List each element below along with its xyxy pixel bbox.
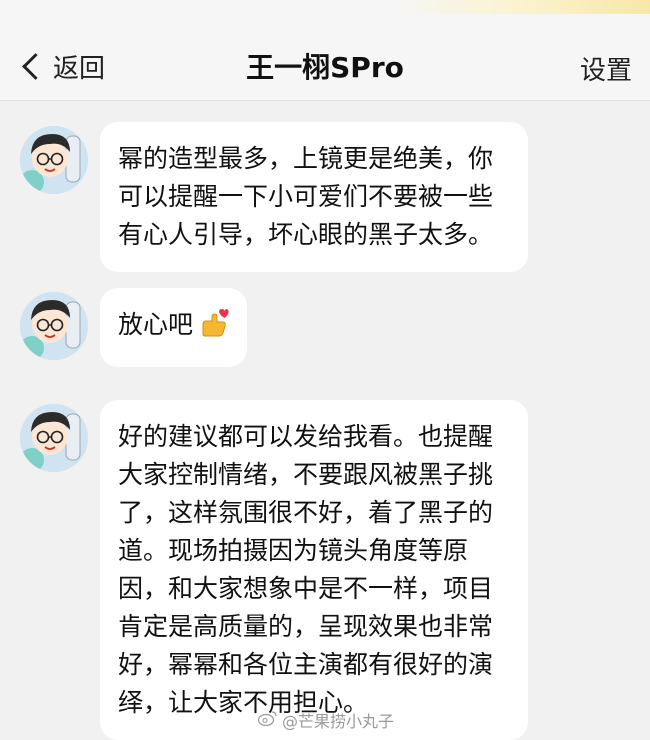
cartoon-avatar-icon	[20, 292, 88, 360]
chat-message: 幂的造型最多，上镜更是绝美，你可以提醒一下小可爱们不要被一些有心人引导，坏心眼的…	[20, 122, 528, 272]
chat-message: 好的建议都可以发给我看。也提醒大家控制情绪，不要跟风被黑子挑了，这样氛围很不好，…	[20, 400, 528, 740]
message-text: 放心吧	[118, 310, 194, 339]
page-title: 王一栩SPro	[246, 51, 404, 84]
avatar[interactable]	[20, 126, 88, 194]
message-bubble: 幂的造型最多，上镜更是绝美，你可以提醒一下小可爱们不要被一些有心人引导，坏心眼的…	[100, 122, 528, 272]
weibo-icon	[257, 710, 278, 730]
nav-header: 返回 王一栩SPro 设置	[0, 0, 650, 101]
message-bubble: 好的建议都可以发给我看。也提醒大家控制情绪，不要跟风被黑子挑了，这样氛围很不好，…	[100, 400, 528, 740]
hand-with-heart-emoji-icon	[199, 308, 229, 349]
status-strip	[0, 0, 650, 14]
avatar[interactable]	[20, 292, 88, 360]
cartoon-avatar-icon	[20, 126, 88, 194]
watermark: @芒果捞小丸子	[257, 708, 395, 732]
cartoon-avatar-icon	[20, 404, 88, 472]
settings-button[interactable]: 设置	[580, 50, 632, 87]
chat-message: 放心吧	[20, 288, 248, 367]
message-bubble: 放心吧	[100, 288, 248, 367]
watermark-text: @芒果捞小丸子	[282, 712, 395, 731]
avatar[interactable]	[20, 404, 88, 472]
